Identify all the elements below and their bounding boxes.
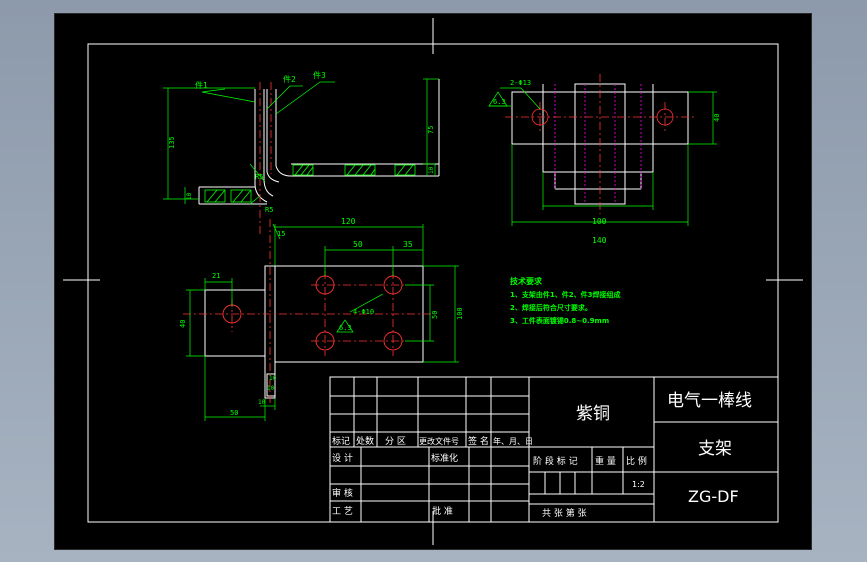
notes-line-1: 1、支架由件1、件2、件3焊接组成 [510, 290, 620, 299]
front-dim-offset: 15 [277, 230, 285, 238]
top-view: 2-Φ13 6.3 40 100 140 [488, 74, 721, 245]
side-dim-radius: R5 [255, 173, 263, 181]
front-dim-thick-c: 10 [269, 375, 277, 382]
front-dim-tab-height: 40 [179, 320, 187, 328]
tb-drawing-number: ZG-DF [688, 487, 739, 506]
cad-drawing: 件1 件2 件3 135 75 10 10 R5 R5 2-Φ13 6.3 40… [63, 18, 803, 545]
title-block-text: 标记 处数 分 区 更改文件号 签 名 年、月、日 设 计 标准化 审 核 工 … [332, 391, 752, 519]
tb-review-label: 审 核 [332, 487, 353, 499]
technical-notes: 技术要求 1、支架由件1、件2、件3焊接组成 2、焊接后符合尺寸要求。 3、工件… [510, 276, 620, 325]
notes-line-3: 3、工件表面镀锡0.8~0.9mm [510, 316, 609, 325]
front-dim-pitch: 50 [353, 240, 363, 249]
front-dim-thick-a: 10 [258, 399, 266, 406]
front-dim-holes: 4-Φ10 [353, 308, 374, 316]
side-label-part3: 件3 [313, 70, 326, 80]
top-dim-outer: 140 [592, 236, 607, 245]
tb-standardize-label: 标准化 [431, 452, 458, 464]
front-dim-vpitch: 50 [431, 311, 439, 319]
tb-design-label: 设 计 [332, 452, 353, 464]
tb-part-name-1: 电气一棒线 [667, 391, 752, 411]
top-dim-inner: 100 [592, 217, 607, 226]
notes-line-2: 2、焊接后符合尺寸要求。 [510, 303, 592, 312]
side-dim-thickness: 10 [428, 166, 435, 174]
top-dim-width: 40 [713, 114, 721, 122]
drawing-sheet: 件1 件2 件3 135 75 10 10 R5 R5 2-Φ13 6.3 40… [54, 13, 812, 550]
front-dim-tab-width: 50 [230, 409, 238, 417]
side-dim-thickness2: 10 [186, 192, 193, 200]
tb-weight-label: 重 量 [595, 455, 616, 467]
notes-title: 技术要求 [510, 276, 543, 286]
tb-stage-label: 阶 段 标 记 [533, 455, 578, 467]
tb-approve-label: 批 准 [432, 505, 453, 517]
front-dim-edge: 35 [403, 240, 413, 249]
tb-header-signature: 签 名 [468, 435, 489, 447]
tb-header-mark: 标记 [332, 435, 350, 447]
side-dim-height: 135 [168, 136, 176, 149]
tb-material: 紫铜 [576, 404, 610, 424]
tb-scale-value: 1:2 [632, 480, 645, 489]
side-label-part1: 件1 [195, 80, 208, 90]
tb-sheets-label: 共 张 第 张 [542, 507, 587, 519]
tb-scale-label: 比 例 [626, 455, 647, 467]
top-dim-holes: 2-Φ13 [510, 79, 531, 87]
top-dim-roughness: 6.3 [493, 98, 506, 106]
tb-header-change-doc: 更改文件号 [419, 436, 459, 446]
front-dim-thick-b: 10 [267, 385, 275, 392]
tb-header-count: 处数 [356, 435, 374, 447]
side-view: 件1 件2 件3 135 75 10 10 R5 R5 [163, 70, 440, 234]
tb-header-date: 年、月、日 [493, 436, 533, 446]
side-label-part2: 件2 [283, 74, 296, 84]
side-dim-radius2: R5 [265, 206, 273, 214]
front-dim-length: 120 [341, 217, 356, 226]
front-view: 120 50 35 15 4-Φ10 6.3 50 100 40 21 50 1… [179, 217, 464, 421]
front-dim-height: 100 [456, 307, 464, 320]
front-dim-tab-hole: 21 [212, 272, 220, 280]
tb-part-name-2: 支架 [698, 439, 732, 459]
tb-process-label: 工 艺 [332, 506, 353, 517]
front-dim-roughness: 6.3 [339, 324, 352, 332]
side-dim-height2: 75 [427, 126, 435, 134]
tb-header-zone: 分 区 [385, 436, 406, 447]
inner-border [87, 43, 779, 523]
